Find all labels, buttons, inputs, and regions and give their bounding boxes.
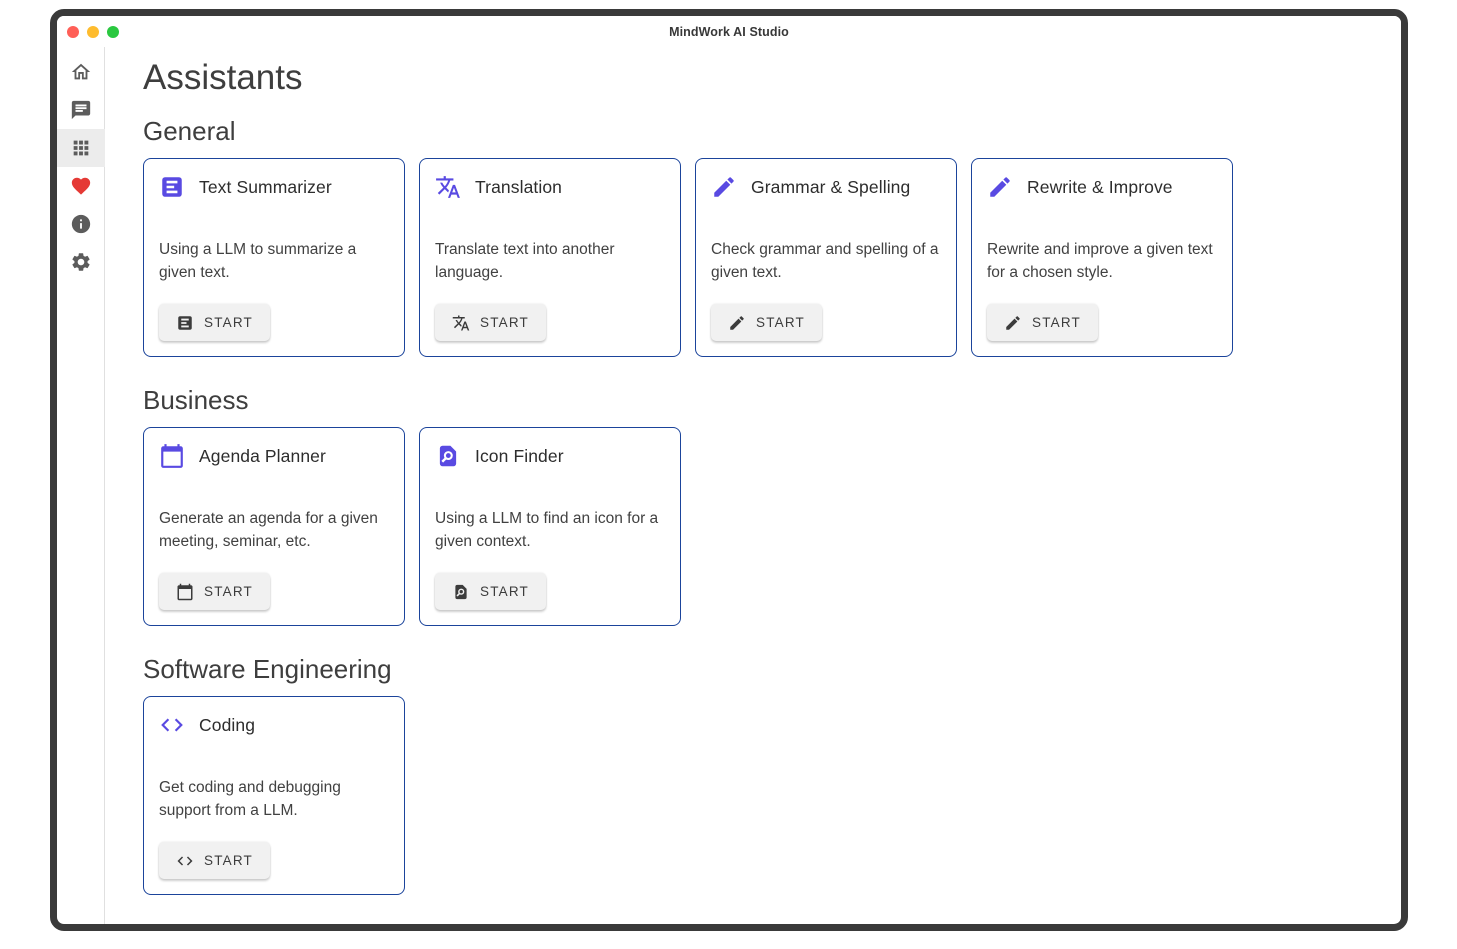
assistant-card-icon-finder: Icon Finder Using a LLM to find an icon … (419, 427, 681, 626)
zoom-window-button[interactable] (107, 26, 119, 38)
start-button-grammar-spelling[interactable]: START (711, 304, 822, 341)
titlebar: MindWork AI Studio (57, 16, 1401, 47)
sidebar-item-home[interactable] (57, 53, 105, 91)
code-icon (176, 852, 194, 870)
card-header: Icon Finder (435, 443, 665, 469)
start-button-coding[interactable]: START (159, 842, 270, 879)
sidebar-item-chats[interactable] (57, 91, 105, 129)
info-icon (70, 213, 92, 235)
start-button-icon-finder[interactable]: START (435, 573, 546, 610)
card-description: Rewrite and improve a given text for a c… (987, 238, 1215, 284)
card-header: Coding (159, 712, 389, 738)
start-button-label: START (480, 315, 529, 330)
minimize-window-button[interactable] (87, 26, 99, 38)
assistant-card-agenda-planner: Agenda Planner Generate an agenda for a … (143, 427, 405, 626)
card-description: Generate an agenda for a given meeting, … (159, 507, 387, 553)
sidebar-item-settings[interactable] (57, 243, 105, 281)
document-icon (176, 314, 194, 332)
card-header: Rewrite & Improve (987, 174, 1217, 200)
start-button-label: START (480, 584, 529, 599)
chat-icon (70, 99, 92, 121)
gear-icon (70, 251, 92, 273)
section-heading-general: General (143, 114, 1401, 148)
card-description: Get coding and debugging support from a … (159, 776, 387, 822)
apps-grid-icon (70, 137, 92, 159)
code-icon (159, 712, 185, 738)
cards-row: Coding Get coding and debugging support … (143, 696, 1401, 895)
card-header: Grammar & Spelling (711, 174, 941, 200)
start-button-agenda-planner[interactable]: START (159, 573, 270, 610)
sections-container: General Text Summarizer Using a LLM to s… (143, 114, 1401, 895)
cards-row: Agenda Planner Generate an agenda for a … (143, 427, 1401, 626)
pencil-icon (728, 314, 746, 332)
section-heading-software-engineering: Software Engineering (143, 652, 1401, 686)
window-title: MindWork AI Studio (669, 25, 789, 39)
card-header: Agenda Planner (159, 443, 389, 469)
assistant-section: General Text Summarizer Using a LLM to s… (143, 114, 1401, 357)
home-icon (70, 61, 92, 83)
sidebar-item-supporters[interactable] (57, 167, 105, 205)
card-description: Check grammar and spelling of a given te… (711, 238, 939, 284)
start-button-label: START (204, 853, 253, 868)
translate-icon (452, 314, 470, 332)
card-description: Using a LLM to find an icon for a given … (435, 507, 663, 553)
assistant-section: Business Agenda Planner Generate an agen… (143, 383, 1401, 626)
card-title: Translation (475, 177, 562, 198)
pencil-icon (711, 174, 737, 200)
start-button-text-summarizer[interactable]: START (159, 304, 270, 341)
card-title: Rewrite & Improve (1027, 177, 1173, 198)
start-button-translation[interactable]: START (435, 304, 546, 341)
start-button-rewrite-improve[interactable]: START (987, 304, 1098, 341)
document-icon (159, 174, 185, 200)
calendar-icon (159, 443, 185, 469)
card-title: Icon Finder (475, 446, 564, 467)
app-window: MindWork AI Studio Assistants General Te… (50, 9, 1408, 931)
start-button-label: START (204, 315, 253, 330)
card-header: Translation (435, 174, 665, 200)
calendar-icon (176, 583, 194, 601)
card-description: Translate text into another language. (435, 238, 663, 284)
cards-row: Text Summarizer Using a LLM to summarize… (143, 158, 1401, 357)
start-button-label: START (1032, 315, 1081, 330)
pencil-icon (1004, 314, 1022, 332)
assistant-card-rewrite-improve: Rewrite & Improve Rewrite and improve a … (971, 158, 1233, 357)
card-title: Grammar & Spelling (751, 177, 910, 198)
card-title: Coding (199, 715, 255, 736)
start-button-label: START (204, 584, 253, 599)
assistant-card-coding: Coding Get coding and debugging support … (143, 696, 405, 895)
page-title: Assistants (143, 55, 1401, 100)
sidebar (57, 47, 105, 924)
icon-search-icon (435, 443, 461, 469)
assistant-card-text-summarizer: Text Summarizer Using a LLM to summarize… (143, 158, 405, 357)
pencil-icon (987, 174, 1013, 200)
section-heading-business: Business (143, 383, 1401, 417)
translate-icon (435, 174, 461, 200)
main-content: Assistants General Text Summarizer Using… (105, 47, 1401, 924)
assistant-card-translation: Translation Translate text into another … (419, 158, 681, 357)
close-window-button[interactable] (67, 26, 79, 38)
card-title: Text Summarizer (199, 177, 332, 198)
sidebar-item-assistants[interactable] (57, 129, 105, 167)
card-header: Text Summarizer (159, 174, 389, 200)
assistant-card-grammar-spelling: Grammar & Spelling Check grammar and spe… (695, 158, 957, 357)
sidebar-item-about[interactable] (57, 205, 105, 243)
card-description: Using a LLM to summarize a given text. (159, 238, 387, 284)
traffic-lights (67, 16, 119, 47)
icon-search-icon (452, 583, 470, 601)
card-title: Agenda Planner (199, 446, 326, 467)
assistant-section: Software Engineering Coding Get coding a… (143, 652, 1401, 895)
start-button-label: START (756, 315, 805, 330)
heart-icon (70, 175, 92, 197)
